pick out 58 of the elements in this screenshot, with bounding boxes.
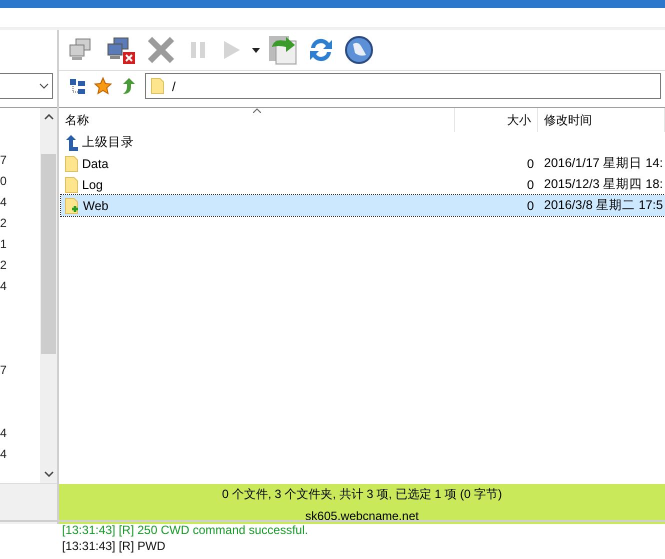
file-size: 7 [0,153,7,167]
file-size: 7 [0,363,7,377]
file-size: 0 [527,178,534,192]
chevron-down-icon [39,83,49,89]
file-size: 4 [0,195,7,209]
disconnect-icon [106,35,136,65]
file-row[interactable]: Web 0 2016/3/8 星期二 17:5 [61,195,665,216]
sort-caret-icon [253,108,261,113]
file-size: 2 [0,216,7,230]
close-icon [146,35,176,65]
status-summary: 0 个文件, 3 个文件夹, 共计 3 项, 已选定 1 项 (0 字节) [222,486,502,502]
drive-dropdown[interactable] [0,73,53,99]
file-row[interactable]: Data 0 2016/1/17 星期日 14: [61,153,665,174]
chevron-down-icon [44,471,54,477]
new-folder-icon [65,198,79,214]
tree-toggle-button[interactable] [67,76,87,96]
path-text: / [172,78,176,94]
pause-icon [190,42,206,58]
column-header[interactable]: 名称 [59,108,455,132]
column-header[interactable]: 大小 [455,108,538,132]
file-size: 4 [0,447,7,461]
folder-icon [65,176,78,192]
file-size: 4 [0,279,7,293]
refresh-icon [307,36,335,64]
log-line: [13:31:43] [R] 250 CWD command successful. [62,522,310,538]
log-line: [13:31:43] [R] PWD [62,538,166,554]
file-name: 上级目录 [82,134,134,151]
file-row[interactable]: Log 0 2015/12/3 星期四 18: [61,174,665,195]
file-size: 1 [0,237,7,251]
file-name: Data [82,156,108,170]
file-row[interactable]: 上级目录 [61,132,665,153]
file-name: Web [83,198,108,212]
tree-icon [68,78,86,94]
column-header[interactable]: 修改时间 [538,108,665,132]
curved-arrow-icon [121,77,137,95]
star-icon [94,77,112,95]
file-size: 2 [0,258,7,272]
scrollbar[interactable] [40,108,57,483]
up-arrow-icon [65,134,78,150]
modified-time: 2015/12/3 星期四 18: [544,176,663,193]
path-field[interactable]: / [145,73,661,99]
caret-icon [252,48,260,52]
transfer-icon [268,35,298,65]
file-size: 0 [527,198,534,212]
server-name: sk605.webcname.net [305,508,419,522]
folder-icon [65,156,78,172]
chevron-up-icon [44,114,54,120]
file-size: 0 [527,156,534,170]
file-size: 0 [0,174,7,188]
folder-icon [151,78,164,94]
play-icon [223,40,241,60]
favorites-button[interactable] [93,76,113,96]
file-size: 4 [0,426,7,440]
file-name: Log [82,178,103,192]
modified-time: 2016/1/17 星期日 14: [544,155,663,172]
globe-icon [344,35,374,65]
modified-time: 2016/3/8 星期二 17:5 [544,197,663,214]
panel-background [0,483,57,524]
